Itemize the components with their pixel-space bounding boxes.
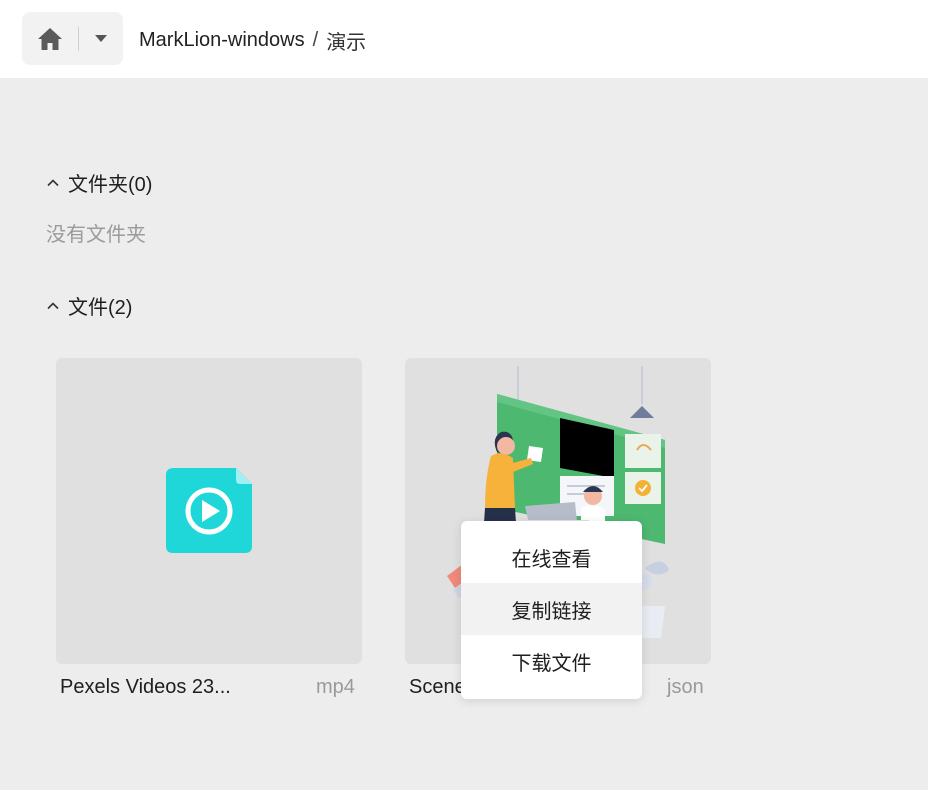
chevron-up-icon — [46, 176, 60, 190]
video-file-icon — [166, 468, 252, 553]
file-extension: json — [667, 676, 704, 698]
files-section-toggle[interactable]: 文件(2) — [46, 291, 132, 320]
home-nav-group — [22, 12, 123, 65]
folders-section-toggle[interactable]: 文件夹(0) — [46, 168, 152, 197]
file-name: Pexels Videos 23... — [60, 676, 231, 698]
top-bar: MarkLion-windows / 演示 — [0, 0, 928, 78]
breadcrumb: MarkLion-windows / 演示 — [139, 26, 366, 54]
file-extension: mp4 — [316, 676, 355, 698]
menu-item-download-file[interactable]: 下载文件 — [461, 635, 642, 687]
menu-item-view-online[interactable]: 在线查看 — [461, 531, 642, 583]
breadcrumb-separator: / — [312, 28, 319, 51]
files-section-title: 文件(2) — [68, 297, 133, 319]
folders-section-title: 文件夹(0) — [68, 174, 153, 196]
home-icon — [38, 27, 62, 50]
breadcrumb-item-root[interactable]: MarkLion-windows — [139, 29, 305, 52]
chevron-up-icon — [46, 299, 60, 313]
context-menu: 在线查看 复制链接 下载文件 — [461, 521, 642, 699]
caret-down-icon — [95, 34, 107, 42]
file-name: Scene — [409, 676, 466, 698]
dropdown-button[interactable] — [79, 12, 123, 65]
home-button[interactable] — [22, 12, 78, 65]
menu-item-copy-link[interactable]: 复制链接 — [461, 583, 642, 635]
file-card-video[interactable] — [56, 358, 362, 664]
empty-folders-text: 没有文件夹 — [46, 224, 146, 246]
breadcrumb-item-current: 演示 — [326, 31, 367, 54]
